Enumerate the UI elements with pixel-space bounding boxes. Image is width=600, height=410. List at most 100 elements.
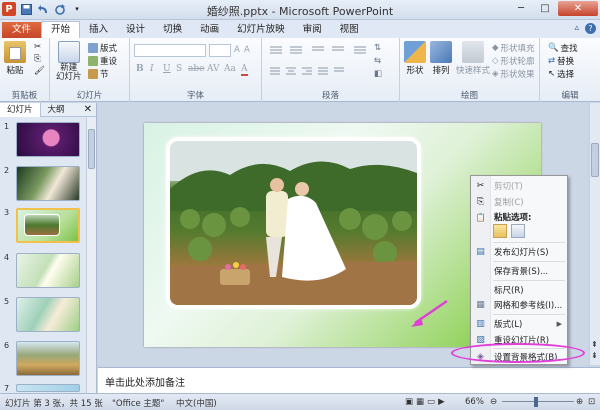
grow-font-icon[interactable]: A [234,45,240,55]
new-slide-button[interactable]: 新建 幻灯片 [56,41,82,82]
text-direction-icon[interactable]: ⇅ [374,43,381,53]
arrange-button[interactable]: 排列 [430,41,452,76]
bold-button[interactable]: B [136,64,144,74]
tab-design[interactable]: 设计 [117,22,154,38]
maximize-button[interactable]: □ [534,1,556,16]
paste-button[interactable]: 粘贴 [4,41,26,76]
slide-scrollbar-thumb[interactable] [591,143,599,177]
menu-item-copy[interactable]: ⎘ 复制(C) [471,195,567,209]
slide-thumbnail-1[interactable]: 1 [4,122,80,157]
paste-keep-format-icon[interactable] [493,224,507,238]
language-status[interactable]: 中文(中国) [176,397,217,409]
font-size-select[interactable] [209,44,231,57]
shrink-font-icon[interactable]: A [244,45,250,55]
zoom-slider-thumb[interactable] [534,397,538,407]
shape-outline-button[interactable]: ◇ 形状轮廓 [492,55,535,67]
find-button[interactable]: 🔍 查找 [548,42,578,54]
slide-count-status: 幻灯片 第 3 张，共 15 张 [5,399,103,409]
tab-transitions[interactable]: 切换 [154,22,191,38]
close-button[interactable]: ✕ [558,1,598,16]
publish-icon: ▤ [476,246,485,257]
shape-effects-button[interactable]: ◈ 形状效果 [492,68,535,80]
view-buttons-icon[interactable]: ▣▦▭▶ [405,397,448,407]
menu-item-paste-options: 📋 粘贴选项: [475,212,532,224]
change-case-button[interactable]: Aa [224,64,236,74]
slide-thumbnail-3[interactable]: 3 [4,208,80,243]
fill-icon: ◆ [492,43,499,53]
menu-item-grid-guides[interactable]: ▦ 网格和参考线(I)... [471,298,567,312]
notes-pane[interactable]: 单击此处添加备注 [98,367,600,393]
zoom-out-icon[interactable]: ⊖ [490,397,497,407]
grid-icon: ▦ [476,299,485,310]
minimize-ribbon-icon[interactable]: ▵ [574,23,579,34]
paste-picture-icon[interactable] [511,224,525,238]
zoom-level[interactable]: 66% [465,397,484,407]
scrollbar-thumb[interactable] [88,129,95,169]
format-painter-icon[interactable]: 🖌 [34,66,45,76]
tab-slideshow[interactable]: 幻灯片放映 [228,22,294,38]
reset-button[interactable]: 重设 [88,55,117,67]
reset-icon [88,56,98,66]
status-bar: 幻灯片 第 3 张，共 15 张 "Office 主题" 中文(中国) ▣▦▭▶… [0,393,600,410]
char-spacing-button[interactable]: AV [207,64,220,74]
paste-icon: 📋 [475,212,486,222]
slide-thumbnail-6[interactable]: 6 [4,341,80,376]
shape-fill-button[interactable]: ◆ 形状填充 [492,42,535,54]
fit-slide-icon[interactable]: ⊡ [588,397,595,407]
layout-icon [88,43,98,53]
menu-item-cut[interactable]: ✂ 剪切(T) [471,179,567,193]
tab-insert[interactable]: 插入 [80,22,117,38]
menu-item-layout[interactable]: ▥ 版式(L) ▶ [471,317,567,331]
help-icon[interactable]: ? [585,23,596,34]
menu-item-publish-slides[interactable]: ▤ 发布幻灯片(S) [471,245,567,259]
tab-animations[interactable]: 动画 [191,22,228,38]
clipboard-label: 剪贴板 [11,91,38,101]
slide-thumbnail-4[interactable]: 4 [4,253,80,288]
align-text-icon[interactable]: ⇆ [374,56,381,66]
cut-icon[interactable]: ✂ [34,42,41,52]
slides-pane-scrollbar[interactable] [86,117,96,393]
select-button[interactable]: ↖ 选择 [548,68,574,80]
smartart-icon[interactable]: ◧ [374,69,382,79]
zoom-slider[interactable] [502,401,574,402]
zoom-in-icon[interactable]: ⊕ [576,397,583,407]
slide-thumbnail-2[interactable]: 2 [4,166,80,201]
replace-button[interactable]: ⇄ 替换 [548,55,574,67]
layout-button[interactable]: 版式 [88,42,117,54]
shape-icon [404,41,426,63]
pane-close-icon[interactable]: ✕ [84,104,92,115]
shape-button[interactable]: 形状 [404,41,426,76]
strikethrough-button[interactable]: abe [188,64,204,74]
shadow-button[interactable]: S [176,64,182,74]
cut-icon: ✂ [476,180,485,191]
arrange-icon [430,41,452,63]
slide-thumbnail-5[interactable]: 5 [4,297,80,332]
section-button[interactable]: 节 [88,68,109,80]
outline-icon: ◇ [492,56,499,66]
wedding-photo[interactable] [166,137,421,309]
paragraph-group: ⇅ ⇆ ◧ 段落 [262,38,400,102]
copy-icon[interactable]: ⎘ [34,54,41,64]
theme-status: "Office 主题" [112,399,165,409]
tab-file[interactable]: 文件 [2,22,42,38]
font-color-button[interactable]: A [241,64,248,76]
underline-button[interactable]: U [163,64,171,74]
tab-home[interactable]: 开始 [41,21,81,38]
menu-item-save-background[interactable]: 保存背景(S)... [471,264,567,278]
find-icon: 🔍 [548,43,559,53]
minimize-button[interactable]: ─ [510,1,532,16]
tab-slides-pane[interactable]: 幻灯片 [0,102,41,117]
menu-item-ruler[interactable]: 标尺(R) [471,283,567,297]
prev-slide-icon[interactable]: ⇞ [591,340,598,349]
tab-view[interactable]: 视图 [331,22,368,38]
quick-styles-button[interactable]: 快速样式 [456,41,490,76]
tab-review[interactable]: 审阅 [294,22,331,38]
notes-placeholder[interactable]: 单击此处添加备注 [105,374,185,389]
next-slide-icon[interactable]: ⇟ [591,351,598,360]
slide-vertical-scrollbar[interactable]: ⇞ ⇟ [589,103,600,365]
slides-label: 幻灯片 [76,91,103,101]
italic-button[interactable]: I [150,64,154,74]
tab-outline-pane[interactable]: 大纲 [41,103,72,117]
font-name-select[interactable] [134,44,206,57]
title-bar: P ▾ 婚纱照.pptx - Microsoft PowerPoint ─ □ … [0,0,600,20]
